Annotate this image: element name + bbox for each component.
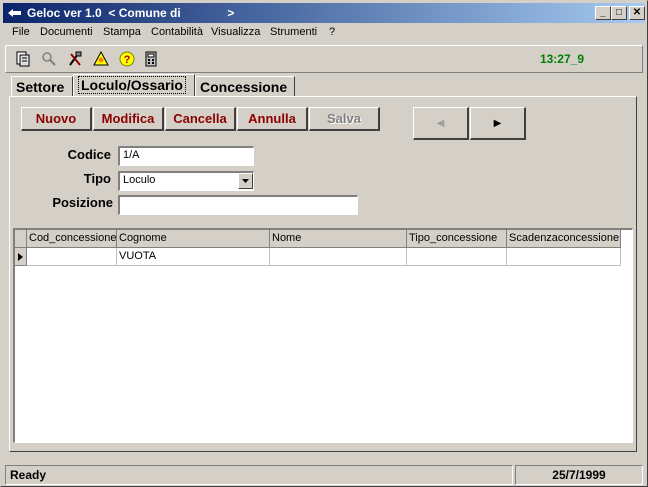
arrow-left-icon: ◀ bbox=[436, 117, 445, 129]
table-cell[interactable] bbox=[507, 248, 621, 266]
tab-loculo-ossario-label: Loculo/Ossario bbox=[78, 76, 186, 94]
status-date: 25/7/1999 bbox=[515, 465, 643, 485]
tipo-select[interactable]: Loculo bbox=[118, 171, 254, 191]
clock: 13:27_9 bbox=[539, 52, 584, 66]
tools-icon[interactable] bbox=[64, 48, 86, 70]
table-cell[interactable] bbox=[27, 248, 117, 266]
tab-loculo-ossario[interactable]: Loculo/Ossario bbox=[73, 74, 195, 96]
posizione-label: Posizione bbox=[52, 195, 113, 210]
app-icon bbox=[8, 9, 21, 17]
column-header-scadenzaconcessione[interactable]: Scadenzaconcessione bbox=[507, 230, 621, 248]
cancella-button[interactable]: Cancella bbox=[165, 107, 236, 131]
svg-text:?: ? bbox=[124, 54, 131, 66]
menu-stampa[interactable]: Stampa bbox=[103, 26, 141, 38]
salva-button[interactable]: Salva bbox=[309, 107, 380, 131]
calculator-icon[interactable] bbox=[140, 48, 162, 70]
alert-icon[interactable] bbox=[90, 48, 112, 70]
menu-documenti[interactable]: Documenti bbox=[40, 26, 93, 38]
grid-corner bbox=[15, 230, 27, 248]
menu-file[interactable]: File bbox=[12, 26, 30, 38]
column-header-cod-concessione[interactable]: Cod_concessione bbox=[27, 230, 117, 248]
menu-help[interactable]: ? bbox=[329, 26, 335, 38]
minimize-button[interactable]: _ bbox=[595, 6, 611, 20]
concessioni-grid[interactable]: Cod_concessione Cognome Nome Tipo_conces… bbox=[13, 228, 633, 443]
window-title: Geloc ver 1.0 < Comune di > bbox=[27, 6, 235, 20]
main-window: Geloc ver 1.0 < Comune di > _ □ ✕ File D… bbox=[0, 0, 648, 487]
table-cell[interactable]: VUOTA bbox=[117, 248, 270, 266]
previous-record-button[interactable]: ◀ bbox=[413, 107, 469, 140]
toolbar: ? 13:27_9 bbox=[5, 45, 643, 73]
column-header-cognome[interactable]: Cognome bbox=[117, 230, 270, 248]
maximize-button[interactable]: □ bbox=[611, 6, 627, 20]
arrow-right-icon: ▶ bbox=[493, 117, 502, 129]
codice-label: Codice bbox=[67, 147, 111, 162]
tab-concessione-label: Concessione bbox=[200, 79, 288, 95]
modifica-button[interactable]: Modifica bbox=[93, 107, 164, 131]
tab-concessione[interactable]: Concessione bbox=[195, 76, 295, 98]
tab-settore[interactable]: Settore bbox=[11, 76, 73, 98]
help-icon[interactable]: ? bbox=[116, 48, 138, 70]
menu-visualizza[interactable]: Visualizza bbox=[211, 26, 260, 38]
status-text: Ready bbox=[5, 465, 513, 485]
document-icon[interactable] bbox=[12, 48, 34, 70]
menu-strumenti[interactable]: Strumenti bbox=[270, 26, 317, 38]
menu-contabilita[interactable]: Contabilità bbox=[151, 26, 203, 38]
search-key-icon[interactable] bbox=[38, 48, 60, 70]
current-row-indicator-icon bbox=[15, 248, 27, 266]
codice-field[interactable]: 1/A bbox=[118, 146, 254, 166]
column-header-nome[interactable]: Nome bbox=[270, 230, 407, 248]
nuovo-button[interactable]: Nuovo bbox=[21, 107, 92, 131]
menu-bar: File Documenti Stampa Contabilità Visual… bbox=[3, 24, 645, 42]
annulla-button[interactable]: Annulla bbox=[237, 107, 308, 131]
status-bar: Ready 25/7/1999 bbox=[3, 465, 645, 485]
next-record-button[interactable]: ▶ bbox=[470, 107, 526, 140]
tipo-select-value: Loculo bbox=[123, 174, 156, 186]
table-cell[interactable] bbox=[270, 248, 407, 266]
column-header-tipo-concessione[interactable]: Tipo_concessione bbox=[407, 230, 507, 248]
title-bar[interactable]: Geloc ver 1.0 < Comune di > _ □ ✕ bbox=[3, 3, 645, 23]
chevron-down-icon[interactable] bbox=[238, 173, 253, 189]
posizione-field[interactable] bbox=[118, 195, 358, 215]
table-cell[interactable] bbox=[407, 248, 507, 266]
tab-settore-label: Settore bbox=[16, 79, 65, 95]
tipo-label: Tipo bbox=[83, 171, 111, 186]
close-button[interactable]: ✕ bbox=[629, 6, 645, 20]
